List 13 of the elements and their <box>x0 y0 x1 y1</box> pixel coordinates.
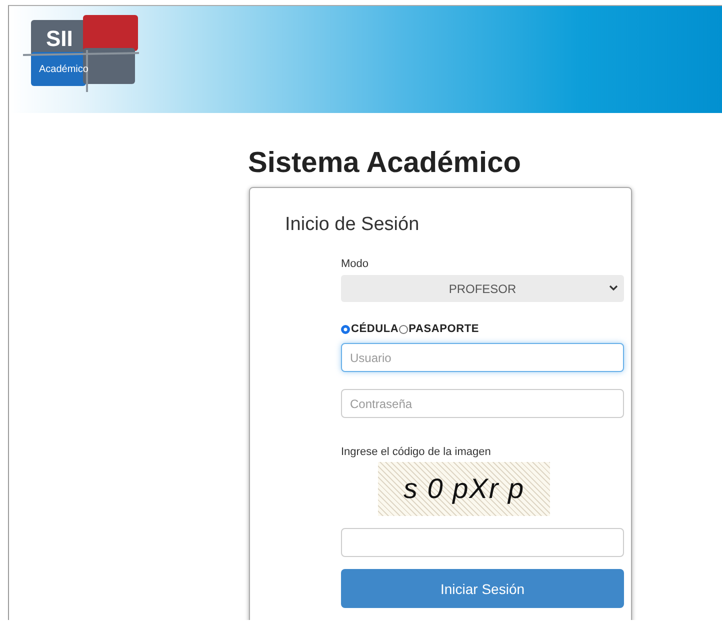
card-heading: Inicio de Sesión <box>285 214 420 236</box>
username-field[interactable]: Usuario <box>341 343 624 372</box>
password-field[interactable]: Contraseña <box>341 389 624 418</box>
id-type-radio[interactable]: CÉDULA <box>341 323 399 335</box>
mode-select[interactable]: PROFESOR <box>341 275 624 302</box>
captcha-label: Ingrese el código de la imagen <box>341 446 492 458</box>
chevron-icon <box>609 285 618 291</box>
id-type-radio[interactable]: PASAPORTE <box>398 323 479 335</box>
field-label: Modo <box>341 258 370 270</box>
captcha-image: s 0 pXr p <box>378 462 550 516</box>
login-button[interactable]: Iniciar Sesión <box>341 569 624 608</box>
captcha-field[interactable] <box>341 528 624 557</box>
page-title: Sistema Académico <box>248 147 522 180</box>
